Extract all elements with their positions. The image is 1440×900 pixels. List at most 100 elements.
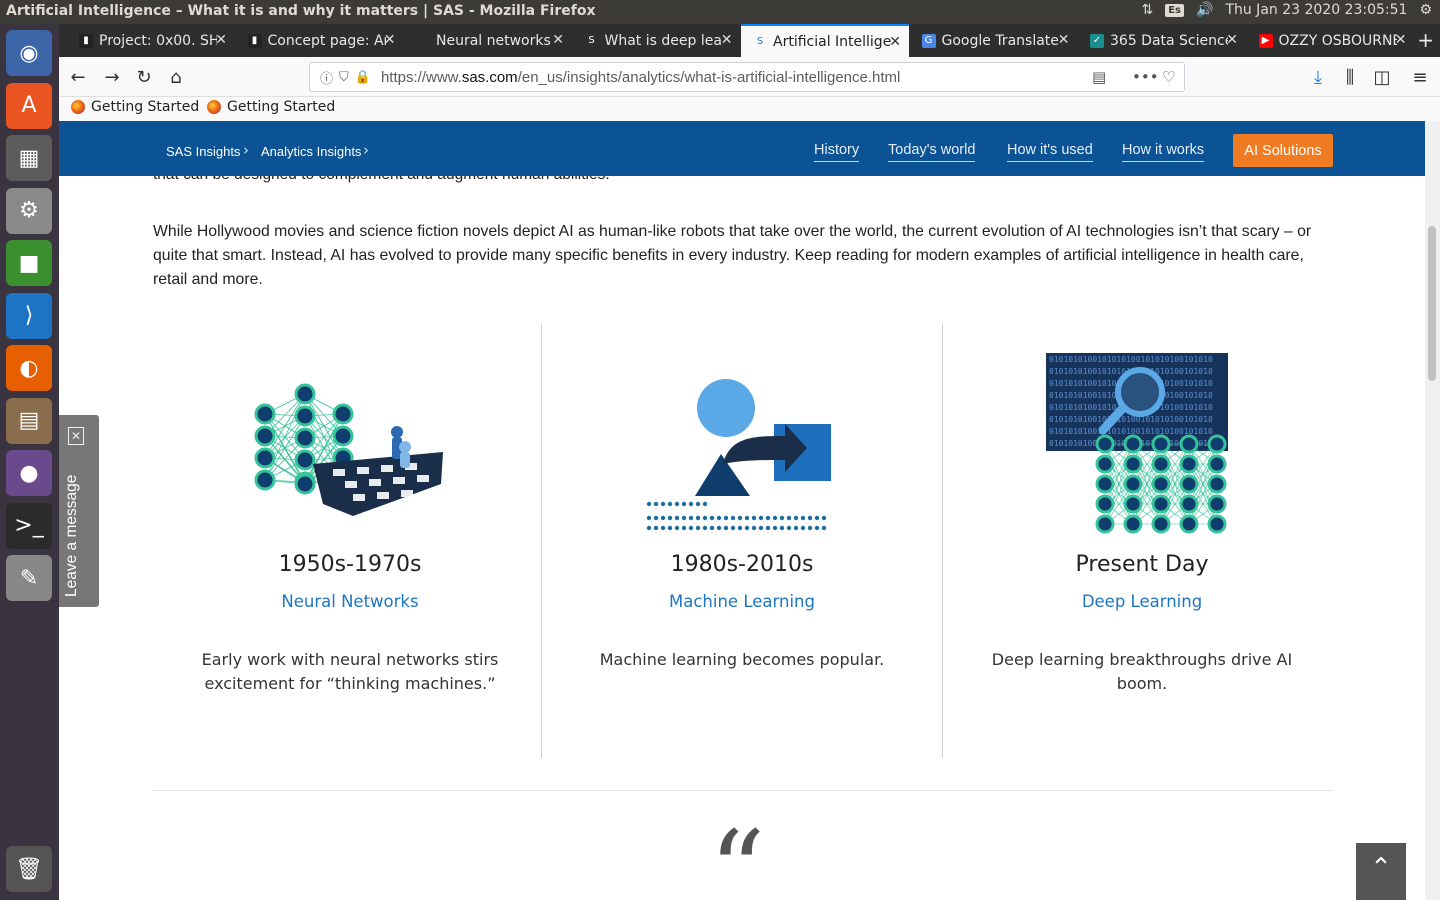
browser-tab[interactable]: ▮ Concept page: Arch✕ bbox=[236, 24, 404, 57]
tab-close-icon[interactable]: ✕ bbox=[1395, 32, 1407, 48]
bookmarks-toolbar: Getting Started Getting Started bbox=[59, 97, 1440, 121]
nav-link-todays-world[interactable]: Today's world bbox=[888, 142, 976, 162]
bookmark-getting-started[interactable]: Getting Started bbox=[71, 99, 199, 115]
tab-close-icon[interactable]: ✕ bbox=[721, 32, 733, 48]
reader-view-icon[interactable]: ▤ bbox=[1092, 68, 1106, 86]
url-text[interactable]: https://www.sas.com/en_us/insights/analy… bbox=[381, 69, 900, 86]
nav-link-history[interactable]: History bbox=[814, 142, 860, 162]
close-icon[interactable]: ✕ bbox=[68, 427, 84, 445]
settings-icon[interactable]: ⚙ bbox=[6, 187, 52, 234]
back-to-top-button[interactable]: ⌃ bbox=[1356, 843, 1406, 900]
svg-text:010101010010101010010101010010: 0101010100101010100101010100101010 bbox=[1049, 355, 1213, 364]
system-tray: ⇅ Es 🔊 Thu Jan 23 2020 23:05:51 ⚙ bbox=[1141, 2, 1432, 18]
browser-tab[interactable]: Neural networks and✕ bbox=[404, 24, 572, 57]
topic-description: Deep learning breakthroughs drive AI boo… bbox=[991, 650, 1293, 693]
tab-label: What is deep learning bbox=[604, 32, 723, 49]
browser-tab[interactable]: ▶ OZZY OSBOURNE ✕ bbox=[1247, 24, 1415, 57]
files-icon[interactable]: ▤ bbox=[6, 397, 52, 444]
url-bar[interactable]: ⓘ ⛉ 🔒 https://www.sas.com/en_us/insights… bbox=[309, 62, 1185, 92]
topic-description: Early work with neural networks stirs ex… bbox=[201, 650, 499, 693]
browser-tab[interactable]: G Google Translate ✕ bbox=[910, 24, 1078, 57]
ubuntu-home-icon[interactable]: ◉ bbox=[6, 30, 52, 76]
calculator-icon[interactable]: ▦ bbox=[6, 135, 52, 181]
page-actions-icon[interactable]: ••• bbox=[1132, 68, 1159, 86]
network-icon[interactable]: ⇅ bbox=[1141, 2, 1153, 18]
nav-link-how-it-works[interactable]: How it works bbox=[1122, 142, 1205, 162]
tab-close-icon[interactable]: ✕ bbox=[889, 34, 901, 50]
trash-icon[interactable]: 🗑 bbox=[6, 846, 52, 892]
firefox-icon bbox=[71, 100, 85, 114]
page-content: that can be designed to complement and a… bbox=[59, 176, 1425, 900]
article-text-cut: that can be designed to complement and a… bbox=[153, 176, 610, 184]
tab-favicon-icon: S bbox=[584, 33, 599, 48]
section-divider bbox=[153, 790, 1333, 791]
era-heading: 1950s-1970s bbox=[278, 552, 422, 577]
column-divider bbox=[541, 324, 542, 758]
firefox-icon bbox=[207, 100, 221, 114]
volume-icon[interactable]: 🔊 bbox=[1196, 2, 1213, 18]
software-center-icon[interactable]: A bbox=[6, 82, 52, 129]
terminal-icon[interactable]: >_ bbox=[6, 502, 52, 549]
column-divider bbox=[942, 324, 943, 758]
reload-button[interactable]: ↻ bbox=[131, 65, 157, 89]
browser-tab[interactable]: S Artificial Intelligence✕ bbox=[741, 24, 909, 57]
tab-close-icon[interactable]: ✕ bbox=[552, 32, 564, 48]
system-top-bar: Artificial Intelligence – What it is and… bbox=[0, 0, 1440, 24]
bookmark-getting-started[interactable]: Getting Started bbox=[207, 99, 335, 115]
timeline-card-deep-learning: 0101010100101010100101010100101010 010101… bbox=[945, 324, 1339, 758]
tracking-shield-icon[interactable]: ⛉ bbox=[339, 70, 349, 85]
leave-message-widget[interactable]: ✕ Leave a message bbox=[59, 415, 99, 607]
tab-label: OZZY OSBOURNE bbox=[1278, 32, 1397, 49]
topic-link-machine-learning[interactable]: Machine Learning bbox=[545, 592, 939, 611]
tab-favicon-icon: ▮ bbox=[79, 33, 93, 48]
breadcrumb-analytics-insights[interactable]: Analytics Insights bbox=[261, 144, 361, 159]
back-button[interactable]: ← bbox=[65, 65, 91, 89]
tab-close-icon[interactable]: ✕ bbox=[215, 32, 227, 48]
tab-close-icon[interactable]: ✕ bbox=[384, 32, 396, 48]
tab-close-icon[interactable]: ✕ bbox=[1058, 32, 1070, 48]
system-settings-icon[interactable]: ⚙ bbox=[1419, 2, 1432, 18]
page-scrollbar[interactable] bbox=[1425, 121, 1440, 900]
topic-description: Machine learning becomes popular. bbox=[599, 650, 885, 669]
new-tab-button[interactable]: + bbox=[1417, 28, 1434, 52]
tab-label: 365 Data Science bbox=[1110, 32, 1228, 49]
browser-tab[interactable]: ▮ Project: 0x00. SHELL✕ bbox=[67, 24, 235, 57]
browser-tab[interactable]: S What is deep learning✕ bbox=[573, 24, 741, 57]
downloads-icon[interactable]: ⤓ bbox=[1305, 65, 1331, 89]
keyboard-layout-indicator[interactable]: Es bbox=[1165, 3, 1184, 17]
menu-icon[interactable]: ≡ bbox=[1407, 65, 1433, 89]
deep-learning-illustration: 0101010100101010100101010100101010 010101… bbox=[1046, 353, 1228, 534]
era-heading: Present Day bbox=[1075, 552, 1209, 577]
tab-favicon-icon bbox=[416, 33, 430, 48]
tab-close-icon[interactable]: ✕ bbox=[1226, 32, 1238, 48]
forward-button[interactable]: → bbox=[99, 65, 125, 89]
chevron-up-icon: ⌃ bbox=[1370, 853, 1392, 883]
nav-link-how-its-used[interactable]: How it's used bbox=[1007, 142, 1093, 162]
topic-link-deep-learning[interactable]: Deep Learning bbox=[945, 592, 1339, 611]
quote-mark-icon: “ bbox=[709, 807, 766, 900]
github-icon[interactable]: ● bbox=[6, 450, 52, 496]
clock[interactable]: Thu Jan 23 2020 23:05:51 bbox=[1225, 2, 1407, 18]
firefox-icon[interactable]: ◐ bbox=[6, 345, 52, 391]
ubuntu-launcher: ◉ A ▦ ⚙ ■ ⟩ ◐ ▤ ● >_ ✎ 🗑 bbox=[0, 24, 59, 900]
sas-insights-nav: SAS Insights › Analytics Insights › Hist… bbox=[59, 121, 1425, 176]
article-intro: While Hollywood movies and science ficti… bbox=[153, 223, 1312, 288]
library-icon[interactable]: ⫼ bbox=[1337, 65, 1363, 89]
tab-label: Google Translate bbox=[941, 32, 1059, 49]
breadcrumb-sas-insights[interactable]: SAS Insights bbox=[166, 144, 240, 159]
browser-tab[interactable]: ✓ 365 Data Science ✕ bbox=[1078, 24, 1246, 57]
home-button[interactable]: ⌂ bbox=[163, 65, 189, 89]
colors-app-icon[interactable]: ■ bbox=[6, 240, 52, 286]
ai-solutions-button[interactable]: AI Solutions bbox=[1233, 134, 1333, 167]
text-editor-icon[interactable]: ✎ bbox=[6, 555, 52, 601]
pocket-icon[interactable]: ♡ bbox=[1162, 68, 1175, 86]
topic-link-neural-networks[interactable]: Neural Networks bbox=[153, 592, 547, 611]
scrollbar-thumb[interactable] bbox=[1428, 226, 1436, 381]
window-title: Artificial Intelligence – What it is and… bbox=[6, 3, 596, 19]
lock-icon[interactable]: 🔒 bbox=[355, 70, 371, 85]
info-icon[interactable]: ⓘ bbox=[320, 68, 333, 87]
sidebar-icon[interactable]: ◫ bbox=[1369, 65, 1395, 89]
era-heading: 1980s-2010s bbox=[670, 552, 814, 577]
vscode-icon[interactable]: ⟩ bbox=[6, 292, 52, 339]
browser-nav-bar: ← → ↻ ⌂ ⓘ ⛉ 🔒 https://www.sas.com/en_us/… bbox=[59, 57, 1440, 97]
